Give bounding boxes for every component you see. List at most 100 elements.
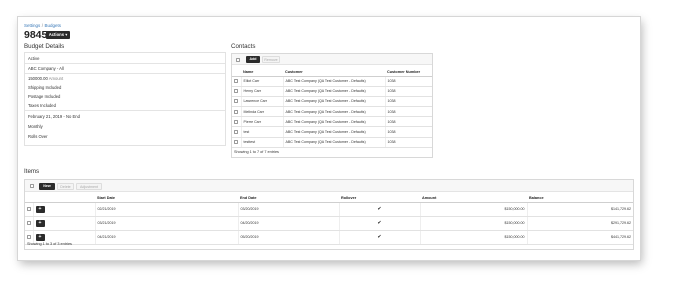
items-row-checkbox[interactable] bbox=[27, 221, 31, 226]
item-start-date-cell: 03/21/2019 bbox=[95, 216, 239, 231]
plus-icon[interactable]: + bbox=[35, 233, 45, 241]
plus-icon[interactable]: + bbox=[35, 219, 45, 227]
contacts-row-checkbox-cell bbox=[232, 76, 242, 87]
items-toolbar: New Delete Adjustment bbox=[25, 180, 633, 192]
budget-status: Active bbox=[28, 56, 40, 61]
contacts-row-checkbox-cell bbox=[232, 96, 242, 108]
items-amount-column-header[interactable]: Amount bbox=[420, 194, 527, 203]
item-rollover-cell: ✔ bbox=[339, 202, 421, 217]
contacts-table: Name Customer Customer Number Elliot Car… bbox=[232, 68, 432, 148]
item-rollover-cell: ✔ bbox=[339, 216, 421, 231]
plus-icon[interactable]: + bbox=[35, 205, 45, 213]
contacts-select-all-checkbox[interactable] bbox=[236, 57, 240, 62]
contacts-row-checkbox-cell bbox=[232, 106, 242, 118]
items-header-row: Start Date End Date Rollover Amount Bala… bbox=[25, 194, 633, 203]
contacts-pagination-info: Showing 1 to 7 of 7 entries bbox=[234, 150, 279, 154]
budget-taxes: Taxes Included bbox=[28, 103, 56, 108]
contacts-row-checkbox[interactable] bbox=[234, 89, 238, 94]
divider bbox=[25, 73, 225, 74]
contacts-table-row[interactable]: Melinda Carr ABC Test Company (QA Test Cu… bbox=[232, 106, 432, 118]
item-amount-cell: $150,000.00 bbox=[420, 230, 528, 245]
items-table-row[interactable]: +03/21/2019 04/20/2019 ✔ $150,000.00 $291,72… bbox=[25, 216, 633, 231]
contacts-table-row[interactable]: Lawrence Carr ABC Test Company (QA Test C… bbox=[232, 96, 432, 108]
divider bbox=[25, 63, 225, 64]
items-heading: Items bbox=[24, 168, 40, 175]
items-pagination-info: Showing 1 to 3 of 3 entries bbox=[27, 242, 72, 246]
budget-company: ABC Company - All bbox=[28, 66, 64, 71]
budget-shipping: Shipping Included bbox=[28, 85, 62, 90]
budget-details-heading: Budget Details bbox=[24, 43, 65, 50]
contact-name-cell: Elliot Carr bbox=[241, 76, 284, 87]
contacts-row-checkbox-cell bbox=[232, 116, 242, 128]
contact-name-cell: testtest bbox=[241, 137, 284, 148]
contacts-customer-column-header[interactable]: Customer bbox=[283, 68, 385, 77]
contact-name-cell: Melinda Carr bbox=[241, 106, 284, 118]
page-content: Settings / Budgets 9845 Actions ▾ Budget D… bbox=[24, 23, 634, 254]
items-table-row[interactable]: +02/21/2019 03/20/2019 ✔ $150,000.00 $141,72… bbox=[25, 202, 633, 217]
contacts-table-row[interactable]: testtest ABC Test Company (QA Test Custom… bbox=[232, 137, 432, 148]
items-row-expand-cell: + bbox=[33, 202, 96, 217]
items-row-checkbox[interactable] bbox=[27, 235, 31, 240]
items-start-date-column-header[interactable]: Start Date bbox=[95, 194, 238, 203]
contacts-table-row[interactable]: Elliot Carr ABC Test Company (QA Test Cus… bbox=[232, 76, 432, 87]
breadcrumb-settings-link[interactable]: Settings bbox=[24, 23, 40, 28]
items-row-checkbox[interactable] bbox=[27, 207, 31, 212]
contacts-row-checkbox[interactable] bbox=[234, 130, 238, 135]
contacts-name-column-header[interactable]: Name bbox=[241, 68, 283, 77]
items-row-expand-cell: + bbox=[33, 216, 96, 231]
contacts-table-row[interactable]: Henry Carr ABC Test Company (QA Test Cust… bbox=[232, 86, 432, 97]
new-item-button[interactable]: New bbox=[39, 182, 55, 190]
contact-customer-cell: ABC Test Company (QA Test Customer - Def… bbox=[283, 137, 386, 148]
contacts-row-checkbox[interactable] bbox=[234, 109, 238, 114]
contacts-row-checkbox-cell bbox=[232, 137, 242, 148]
contact-customer-number-cell: 1038 bbox=[385, 116, 432, 128]
items-table-row[interactable]: +04/21/2019 05/20/2019 ✔ $150,000.00 $441,72… bbox=[25, 230, 633, 245]
budget-amount-value: 150000.00 bbox=[28, 76, 48, 81]
items-rollover-column-header[interactable]: Rollover bbox=[339, 194, 420, 203]
contact-customer-cell: ABC Test Company (QA Test Customer - Def… bbox=[283, 126, 386, 138]
add-contact-button[interactable]: Add bbox=[246, 56, 260, 63]
item-start-date-cell: 04/21/2019 bbox=[95, 230, 239, 245]
contacts-row-checkbox[interactable] bbox=[234, 119, 238, 124]
item-end-date-cell: 04/20/2019 bbox=[238, 216, 340, 231]
contacts-row-checkbox[interactable] bbox=[234, 79, 238, 84]
items-end-date-column-header[interactable]: End Date bbox=[238, 194, 339, 203]
remove-contact-button[interactable]: Remove bbox=[262, 56, 280, 63]
item-balance-cell: $141,729.62 bbox=[527, 202, 633, 217]
contacts-row-checkbox[interactable] bbox=[234, 140, 238, 145]
budget-details-panel: Active ABC Company - All 150000.00 Amoun… bbox=[24, 52, 226, 146]
contact-customer-number-cell: 1038 bbox=[385, 86, 432, 97]
items-select-all-checkbox[interactable] bbox=[30, 184, 34, 188]
items-balance-column-header[interactable]: Balance bbox=[527, 194, 633, 203]
item-balance-cell: $441,729.62 bbox=[527, 230, 633, 245]
contact-name-cell: Lawrence Carr bbox=[241, 96, 284, 108]
contacts-table-row[interactable]: test ABC Test Company (QA Test Customer -… bbox=[232, 126, 432, 138]
divider bbox=[25, 110, 225, 111]
actions-dropdown-button[interactable]: Actions ▾ bbox=[46, 31, 70, 39]
contacts-table-body: Elliot Carr ABC Test Company (QA Test Cus… bbox=[232, 76, 432, 148]
budget-postage: Postage Included bbox=[28, 94, 61, 99]
contacts-table-row[interactable]: Pierre Carr ABC Test Company (QA Test Cus… bbox=[232, 116, 432, 128]
contacts-row-checkbox[interactable] bbox=[234, 99, 238, 104]
item-balance-cell: $291,729.62 bbox=[527, 216, 633, 231]
contacts-customer-number-column-header[interactable]: Customer Number bbox=[385, 68, 432, 77]
items-checkbox-column-header bbox=[25, 194, 33, 203]
breadcrumb-budgets-link[interactable]: Budgets bbox=[45, 23, 62, 28]
adjustment-button[interactable]: Adjustment bbox=[76, 182, 102, 190]
item-start-date-cell: 02/21/2019 bbox=[95, 202, 239, 217]
item-end-date-cell: 03/20/2019 bbox=[238, 202, 340, 217]
contacts-heading: Contacts bbox=[231, 43, 256, 50]
items-row-checkbox-cell bbox=[25, 202, 34, 217]
items-panel: New Delete Adjustment Start Date End Dat… bbox=[24, 179, 634, 250]
delete-item-button[interactable]: Delete bbox=[57, 182, 74, 190]
contact-customer-cell: ABC Test Company (QA Test Customer - Def… bbox=[283, 96, 386, 108]
item-rollover-cell: ✔ bbox=[339, 230, 421, 245]
contact-customer-cell: ABC Test Company (QA Test Customer - Def… bbox=[283, 76, 386, 87]
budget-frequency: Monthly bbox=[28, 124, 43, 129]
contact-customer-cell: ABC Test Company (QA Test Customer - Def… bbox=[283, 86, 386, 97]
contact-customer-number-cell: 1038 bbox=[385, 126, 432, 138]
budget-amount: 150000.00 Amount bbox=[28, 76, 63, 81]
item-amount-cell: $150,000.00 bbox=[420, 216, 528, 231]
contact-name-cell: test bbox=[241, 126, 284, 138]
breadcrumb: Settings / Budgets bbox=[24, 23, 61, 28]
